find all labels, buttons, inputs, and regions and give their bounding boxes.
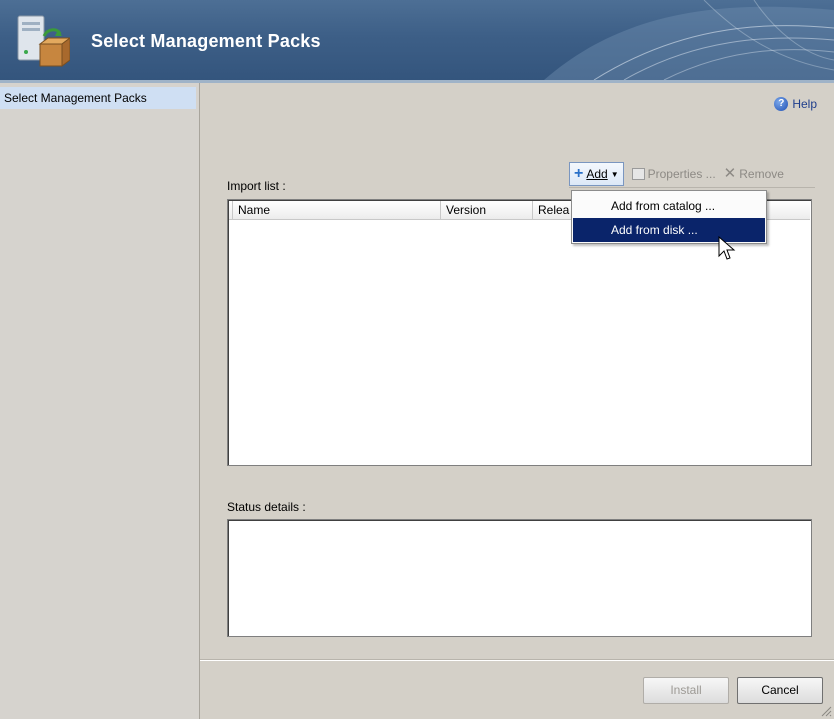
column-header-version[interactable]: Version <box>440 201 532 219</box>
help-link[interactable]: ? Help <box>774 97 817 111</box>
properties-icon <box>631 168 645 180</box>
import-toolbar: + Add ▼ Properties ... ✕ Remove <box>569 161 815 188</box>
main-content: ? Help Import list : + Add ▼ Properties … <box>200 83 834 719</box>
x-icon: ✕ <box>723 165 737 182</box>
menu-item-add-from-catalog[interactable]: Add from catalog ... <box>573 194 765 218</box>
column-header-name[interactable]: Name <box>232 201 440 219</box>
remove-label: Remove <box>739 167 784 181</box>
install-button[interactable]: Install <box>643 677 729 704</box>
add-button[interactable]: + Add ▼ <box>569 162 624 186</box>
status-details-label: Status details : <box>227 500 306 514</box>
nav-item-select-management-packs[interactable]: Select Management Packs <box>0 87 196 109</box>
resize-grip-icon[interactable] <box>820 705 832 717</box>
help-icon: ? <box>774 97 789 111</box>
properties-label: Properties ... <box>647 167 716 181</box>
mouse-cursor-icon <box>718 236 736 260</box>
cancel-button[interactable]: Cancel <box>737 677 823 704</box>
header-swoosh-decoration <box>544 0 834 80</box>
add-label: Add <box>586 167 608 181</box>
import-list-label: Import list : <box>227 179 286 193</box>
status-details-box[interactable] <box>227 519 812 637</box>
add-dropdown-menu: Add from catalog ... Add from disk ... <box>571 190 767 244</box>
plus-icon: + <box>574 165 584 182</box>
properties-button[interactable]: Properties ... <box>631 167 716 181</box>
page-title: Select Management Packs <box>91 31 321 51</box>
help-label: Help <box>792 97 817 111</box>
header-banner: Select Management Packs <box>0 0 834 80</box>
wizard-nav: Select Management Packs <box>0 83 200 719</box>
footer-divider <box>200 659 834 660</box>
management-pack-icon <box>17 15 70 67</box>
chevron-down-icon: ▼ <box>610 169 619 179</box>
remove-button[interactable]: ✕ Remove <box>723 165 784 182</box>
